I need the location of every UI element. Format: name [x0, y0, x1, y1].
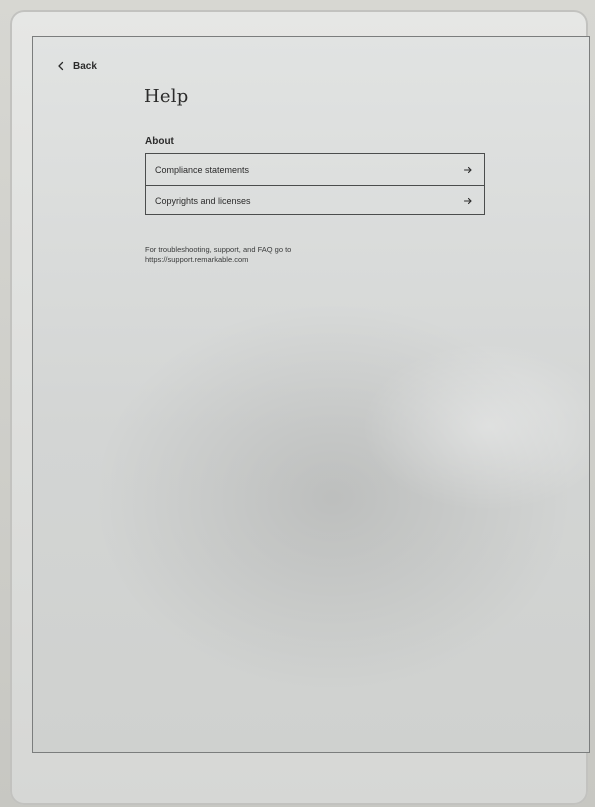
- arrow-right-icon: [463, 166, 472, 173]
- list-item-copyrights-and-licenses[interactable]: Copyrights and licenses: [146, 185, 484, 216]
- arrow-right-icon: [463, 197, 472, 205]
- list-item-label: Copyrights and licenses: [155, 196, 251, 206]
- list-item-compliance-statements[interactable]: Compliance statements: [146, 154, 484, 185]
- list-item-label: Compliance statements: [155, 164, 250, 175]
- support-link: https://support.remarkable.com: [145, 255, 249, 264]
- back-label: Back: [73, 60, 97, 72]
- page-title: Help: [144, 86, 189, 107]
- support-text-line-1: For troubleshooting, support, and FAQ go…: [145, 245, 292, 254]
- device-frame: Back Help About Compliance statements Co…: [10, 10, 590, 805]
- screen: Back Help About Compliance statements Co…: [32, 36, 590, 753]
- section-title-about: About: [145, 136, 174, 147]
- chevron-left-icon: [58, 61, 64, 71]
- about-list: Compliance statements Copyrights and lic…: [145, 153, 485, 215]
- back-button[interactable]: Back: [55, 60, 97, 72]
- support-info: For troubleshooting, support, and FAQ go…: [145, 245, 405, 265]
